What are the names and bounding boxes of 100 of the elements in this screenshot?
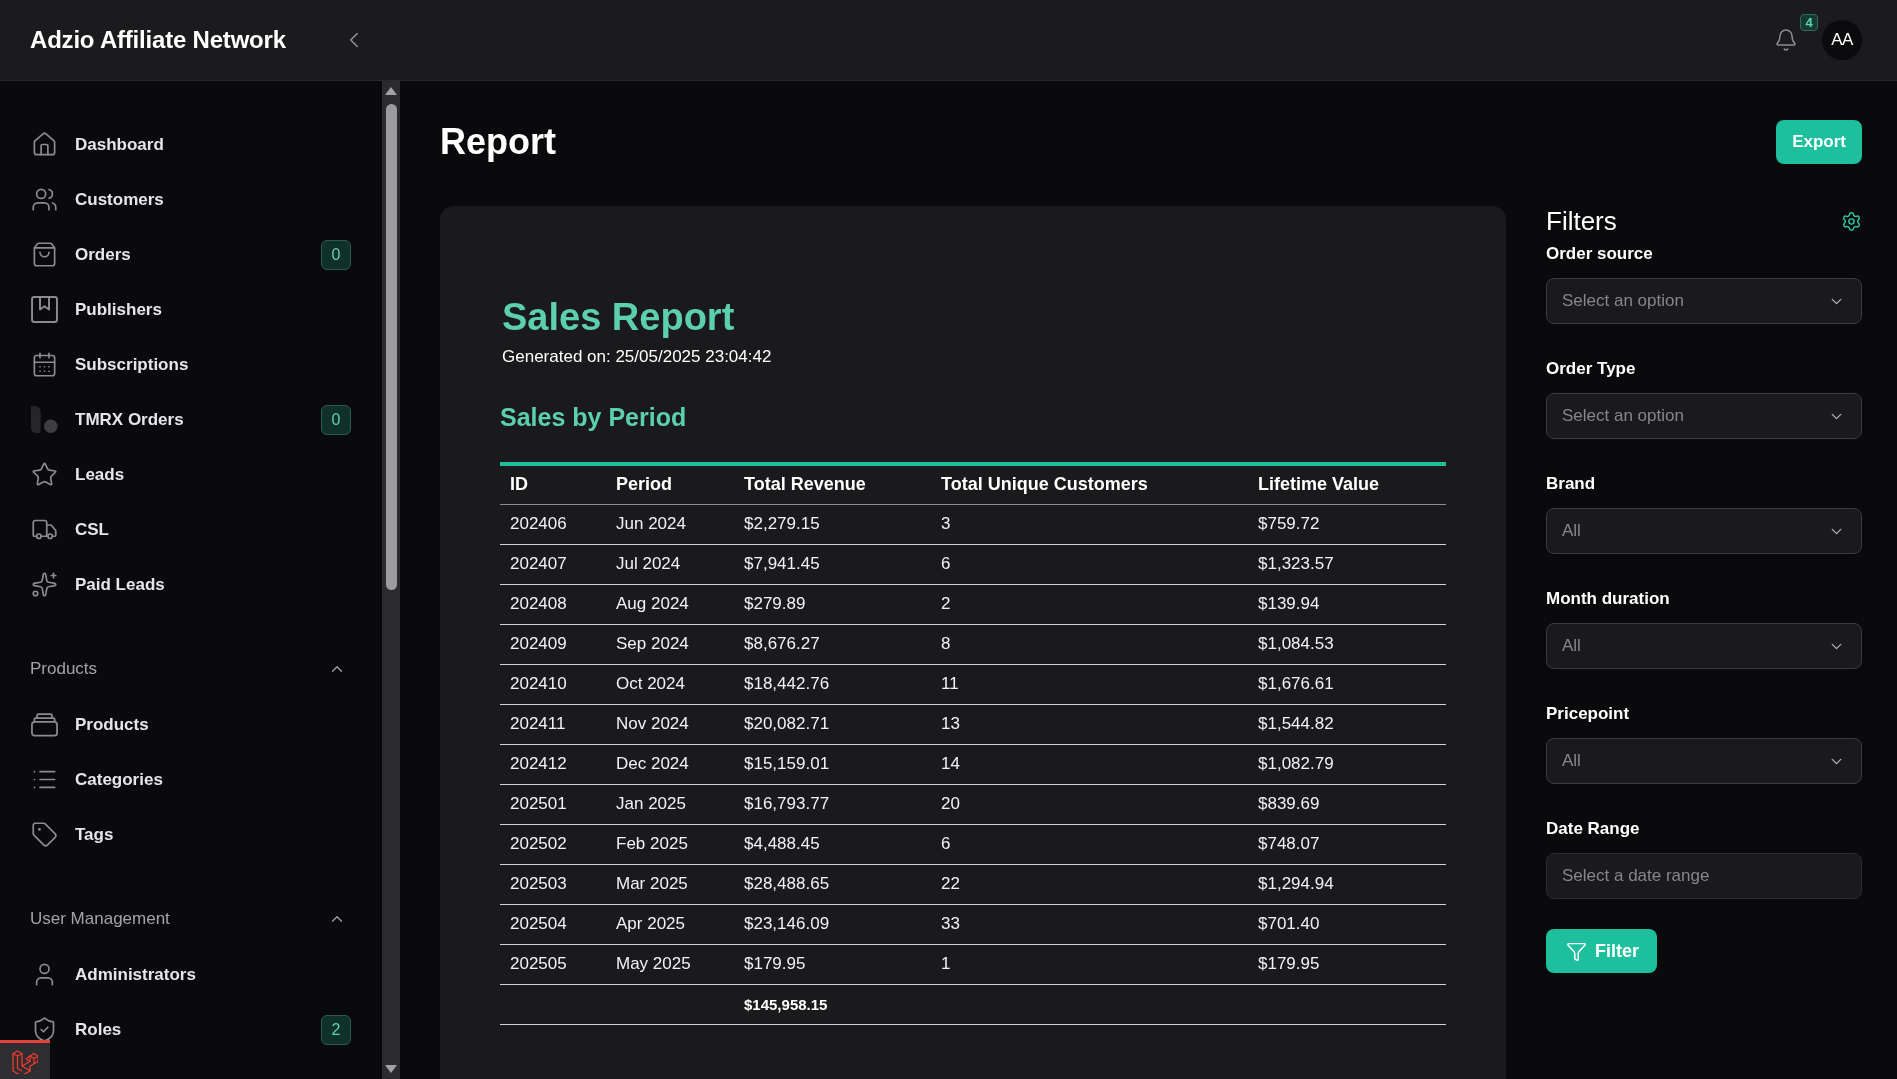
total-cell: $145,958.15 — [734, 984, 931, 1024]
table-cell: 202410 — [500, 664, 606, 704]
nav-item[interactable]: CSL — [0, 507, 121, 552]
filters-title: Filters — [1546, 206, 1617, 236]
users-icon — [31, 186, 58, 213]
column-header: Total Unique Customers — [931, 464, 1248, 504]
nav-item[interactable]: Dashboard — [0, 122, 176, 167]
count-badge: 0 — [321, 404, 351, 435]
bookmark-icon — [31, 296, 58, 323]
app-title: Adzio Affiliate Network — [30, 26, 286, 54]
table-cell: Jun 2024 — [606, 504, 734, 544]
table-cell: 33 — [931, 904, 1248, 944]
table-cell: 14 — [931, 744, 1248, 784]
section-title: Sales by Period — [500, 402, 688, 432]
notification-badge: 4 — [1800, 14, 1818, 31]
nav-item[interactable]: Roles — [0, 1007, 134, 1052]
table-cell: Dec 2024 — [606, 744, 734, 784]
nav-item[interactable]: Orders — [0, 232, 143, 277]
column-header: Period — [606, 464, 734, 504]
table-cell: 22 — [931, 864, 1248, 904]
generated-timestamp: Generated on: 25/05/2025 23:04:42 — [502, 346, 773, 368]
scroll-up-arrow-icon[interactable] — [385, 87, 397, 95]
table-cell: 202409 — [500, 624, 606, 664]
nav-item[interactable]: Subscriptions — [0, 342, 201, 387]
stack-icon — [31, 711, 58, 738]
logo-icon — [12, 1048, 38, 1074]
table-cell: Aug 2024 — [606, 584, 734, 624]
table-cell: $20,082.71 — [734, 704, 931, 744]
table-cell: $759.72 — [1248, 504, 1446, 544]
nav-item[interactable]: TMRX Orders — [0, 397, 196, 442]
nav-item[interactable]: Categories — [0, 757, 175, 802]
nav-item[interactable]: Customers — [0, 177, 176, 222]
count-badge: 2 — [321, 1014, 351, 1045]
shopping-bag-icon — [31, 241, 58, 268]
select-field[interactable]: Select an option — [1546, 278, 1862, 324]
table-cell: $1,084.53 — [1248, 624, 1446, 664]
table-cell: 13 — [931, 704, 1248, 744]
house-icon — [31, 131, 58, 158]
report-title: Sales Report — [502, 295, 736, 339]
page-title: Report — [440, 121, 556, 163]
count-badge: 0 — [321, 239, 351, 270]
nav-group-toggle[interactable]: Products — [0, 649, 382, 689]
tag-icon — [31, 821, 58, 848]
table-cell: Apr 2025 — [606, 904, 734, 944]
table-cell: Oct 2024 — [606, 664, 734, 704]
table-cell: 202406 — [500, 504, 606, 544]
nav-group-toggle[interactable]: User Management — [0, 899, 382, 939]
table-cell: $23,146.09 — [734, 904, 931, 944]
user-avatar[interactable]: AA — [1822, 20, 1862, 60]
table-cell: $1,294.94 — [1248, 864, 1446, 904]
select-field[interactable]: All — [1546, 623, 1862, 669]
select-field[interactable]: Select an option — [1546, 393, 1862, 439]
table-cell: 3 — [931, 504, 1248, 544]
table-cell: 202504 — [500, 904, 606, 944]
nav-item[interactable]: Administrators — [0, 952, 208, 997]
table-cell: $1,323.57 — [1248, 544, 1446, 584]
column-header: ID — [500, 464, 606, 504]
table-cell: $18,442.76 — [734, 664, 931, 704]
select-field[interactable]: All — [1546, 738, 1862, 784]
table-cell: Jul 2024 — [606, 544, 734, 584]
table-cell: $139.94 — [1248, 584, 1446, 624]
column-header: Total Revenue — [734, 464, 931, 504]
scroll-down-arrow-icon[interactable] — [385, 1065, 397, 1073]
sparkles-icon — [31, 571, 58, 598]
table-cell: 6 — [931, 544, 1248, 584]
table-cell: 202411 — [500, 704, 606, 744]
table-cell: $179.95 — [1248, 944, 1446, 984]
table-cell: 20 — [931, 784, 1248, 824]
filter-label: Month duration — [1546, 589, 1671, 609]
debugbar-toggle[interactable] — [0, 1040, 50, 1079]
nav-item[interactable]: Leads — [0, 452, 137, 497]
calendar-icon — [31, 351, 58, 378]
table-cell: Sep 2024 — [606, 624, 734, 664]
table-cell: $1,544.82 — [1248, 704, 1446, 744]
table-cell: 8 — [931, 624, 1248, 664]
nav-item[interactable]: Tags — [0, 812, 126, 857]
table-cell: Jan 2025 — [606, 784, 734, 824]
table-cell: $8,676.27 — [734, 624, 931, 664]
nav-item[interactable]: Paid Leads — [0, 562, 177, 607]
table-cell: $701.40 — [1248, 904, 1446, 944]
filter-label: Pricepoint — [1546, 704, 1631, 724]
table-cell: 6 — [931, 824, 1248, 864]
table-cell: $15,159.01 — [734, 744, 931, 784]
table-cell: $2,279.15 — [734, 504, 931, 544]
table-cell: $179.95 — [734, 944, 931, 984]
table-cell: 202408 — [500, 584, 606, 624]
date-range-field[interactable]: Select a date range — [1546, 853, 1862, 899]
table-cell: Feb 2025 — [606, 824, 734, 864]
nav-item[interactable]: Products — [0, 702, 161, 747]
scrollbar-thumb[interactable] — [385, 104, 397, 590]
nav-item[interactable]: Publishers — [0, 287, 174, 332]
table-cell: $1,676.61 — [1248, 664, 1446, 704]
filter-label: Brand — [1546, 474, 1597, 494]
table-cell: Nov 2024 — [606, 704, 734, 744]
funnel-icon — [1566, 940, 1587, 962]
settings-icon[interactable] — [1841, 210, 1862, 232]
filter-label: Order source — [1546, 244, 1654, 264]
select-field[interactable]: All — [1546, 508, 1862, 554]
filter-label: Date Range — [1546, 819, 1641, 839]
scrollbar[interactable] — [382, 81, 400, 1079]
